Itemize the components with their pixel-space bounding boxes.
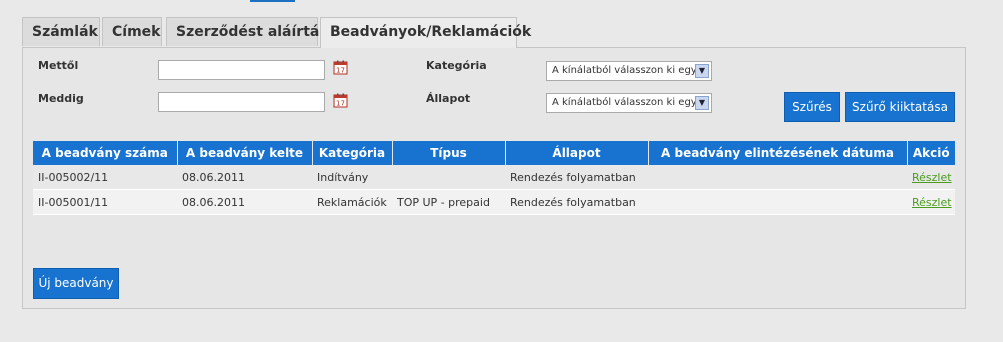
cell-action: Részlet [907, 165, 955, 190]
column-header-action: Akció [907, 141, 955, 165]
cell-date: 08.06.2011 [177, 189, 312, 215]
cell-type [392, 165, 505, 190]
cell-number: II-005002/11 [33, 165, 177, 190]
from-date-input[interactable] [158, 60, 325, 80]
table-row: II-005002/11 08.06.2011 Indítvány Rendez… [33, 165, 955, 190]
status-label: Állapot [426, 92, 471, 105]
cell-status: Rendezés folyamatban [505, 165, 648, 190]
column-header-date[interactable]: A beadvány kelte [177, 141, 313, 165]
chevron-down-icon[interactable]: ▼ [695, 64, 709, 78]
top-accent-bar [250, 0, 295, 2]
column-header-type[interactable]: Típus [392, 141, 506, 165]
filter-button[interactable]: Szűrés [784, 92, 840, 122]
calendar-icon[interactable]: 17 [333, 93, 348, 108]
tab-signed-contract[interactable]: Szerződést aláírták [166, 17, 329, 46]
svg-text:17: 17 [336, 100, 345, 108]
status-selected-text: A kínálatból válasszon ki egyet [552, 97, 707, 108]
cell-date: 08.06.2011 [177, 165, 312, 190]
svg-text:17: 17 [336, 67, 345, 75]
status-select[interactable]: A kínálatból válasszon ki egyet ▼ [546, 93, 712, 113]
cell-type: TOP UP - prepaid [392, 189, 505, 215]
column-header-resolution-date[interactable]: A beadvány elintézésének dátuma [648, 141, 908, 165]
detail-link[interactable]: Részlet [912, 171, 952, 184]
column-header-number[interactable]: A beadvány száma [33, 141, 178, 165]
cell-number: II-005001/11 [33, 189, 177, 215]
cell-status: Rendezés folyamatban [505, 189, 648, 215]
tab-addresses[interactable]: Címek [102, 17, 162, 46]
table-row: II-005001/11 08.06.2011 Reklamációk TOP … [33, 189, 955, 215]
category-selected-text: A kínálatból válasszon ki egyet [552, 65, 707, 76]
cell-action: Részlet [907, 189, 955, 215]
tab-submissions-complaints[interactable]: Beadványok/Reklamációk [320, 17, 531, 48]
cell-resolution-date [648, 189, 907, 215]
to-date-input[interactable] [158, 92, 325, 112]
column-header-status[interactable]: Állapot [505, 141, 649, 165]
new-submission-button[interactable]: Új beadvány [33, 268, 119, 299]
cell-category: Reklamációk [312, 189, 392, 215]
cell-resolution-date [648, 165, 907, 190]
category-select[interactable]: A kínálatból válasszon ki egyet ▼ [546, 61, 712, 81]
tab-invoices[interactable]: Számlák [22, 17, 100, 46]
chevron-down-icon[interactable]: ▼ [695, 96, 709, 110]
from-label: Mettől [38, 59, 79, 72]
clear-filter-button[interactable]: Szűrő kiiktatása [845, 92, 955, 122]
to-label: Meddig [38, 92, 84, 105]
column-header-category[interactable]: Kategória [312, 141, 393, 165]
cell-category: Indítvány [312, 165, 392, 190]
detail-link[interactable]: Részlet [912, 196, 952, 209]
table-header-row: A beadvány száma A beadvány kelte Kategó… [33, 141, 955, 165]
submissions-table: A beadvány száma A beadvány kelte Kategó… [33, 141, 955, 215]
category-label: Kategória [426, 59, 487, 72]
calendar-icon[interactable]: 17 [333, 60, 348, 75]
